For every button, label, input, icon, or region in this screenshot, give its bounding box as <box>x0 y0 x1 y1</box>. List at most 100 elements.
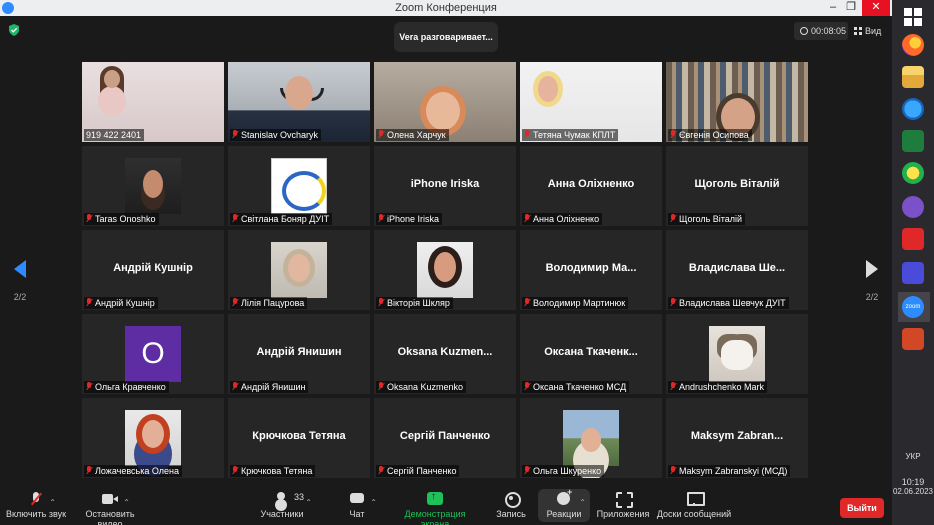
firefox-icon[interactable] <box>902 34 924 56</box>
participant-video <box>125 158 181 214</box>
participant-name: Євгенія Осипова <box>679 130 749 140</box>
excel-icon[interactable] <box>902 130 924 152</box>
meeting-toolbar: ⌃ Включить звук ⌃ Остановить видео 33 ⌃ У… <box>0 486 892 525</box>
participant-tile[interactable]: Щоголь Віталій Щоголь Віталій <box>666 146 808 226</box>
view-button[interactable]: Вид <box>854 22 890 40</box>
participant-name: Ложачевська Олена <box>95 466 179 476</box>
microphone-muted-icon <box>86 214 92 223</box>
microphone-muted-icon <box>670 382 676 391</box>
participant-name: Андрій Янишин <box>241 382 306 392</box>
participants-options-caret[interactable]: ⌃ <box>305 498 312 507</box>
participant-tile[interactable]: Maksym Zabran... Maksym Zabranskyi (МСД) <box>666 398 808 478</box>
system-tray[interactable]: УКР 10:19 02.06.2023 <box>892 452 934 496</box>
participant-tile[interactable]: Анна Оліхненко Анна Оліхненко <box>520 146 662 226</box>
participant-tile[interactable]: Володимир Ма... Володимир Мартинюк <box>520 230 662 310</box>
participant-tile[interactable]: Лілія Пацурова <box>228 230 370 310</box>
internet-explorer-icon[interactable] <box>902 98 924 120</box>
chat-label: Чат <box>349 509 365 519</box>
participant-tile[interactable]: Владислава Ше... Владислава Шевчук ДУІТ <box>666 230 808 310</box>
reactions-button[interactable]: ⌃ Реакции <box>538 487 590 522</box>
participant-tile[interactable]: Тетяна Чумак КПЛТ <box>520 62 662 142</box>
microphone-muted-icon <box>524 382 530 391</box>
participant-grid: 919 422 2401 Stanislav Ovcharyk Олена Харч… <box>82 62 810 480</box>
acrobat-icon[interactable] <box>902 228 924 250</box>
whiteboard-icon <box>686 492 705 506</box>
record-button[interactable]: Запись <box>492 492 530 519</box>
participants-button[interactable]: 33 ⌃ Участники <box>258 492 312 519</box>
participant-display-name: Щоголь Віталій <box>694 178 780 190</box>
previous-page-button[interactable]: 2/2 <box>8 260 32 302</box>
stop-video-label: Остановить видео <box>85 509 135 525</box>
participant-tile[interactable]: iPhone Iriska iPhone Iriska <box>374 146 516 226</box>
participant-tile[interactable]: Taras Onoshko <box>82 146 224 226</box>
next-page-button[interactable]: 2/2 <box>860 260 884 302</box>
participant-tile[interactable]: Вікторія Шкляр <box>374 230 516 310</box>
participant-video <box>417 242 473 298</box>
reactions-options-caret[interactable]: ⌃ <box>579 498 586 507</box>
participant-name: Щоголь Віталій <box>679 214 743 224</box>
view-label: Вид <box>865 26 882 36</box>
participant-tile[interactable]: Оксана Ткаченк... Оксана Ткаченко МСД <box>520 314 662 394</box>
participant-tile[interactable]: Ложачевська Олена <box>82 398 224 478</box>
participant-tile[interactable]: Сергій Панченко Сергій Панченко <box>374 398 516 478</box>
video-options-caret[interactable]: ⌃ <box>123 498 130 507</box>
file-explorer-icon[interactable] <box>902 66 924 88</box>
unmute-button[interactable]: ⌃ Включить звук <box>4 492 68 519</box>
powerpoint-icon[interactable] <box>902 328 924 350</box>
participant-name-label: Сергій Панченко <box>376 465 460 477</box>
leave-button[interactable]: Выйти <box>840 498 884 518</box>
participant-tile[interactable]: 919 422 2401 <box>82 62 224 142</box>
participant-name: Владислава Шевчук ДУІТ <box>679 298 786 308</box>
active-speaker-banner: Vera разговаривает... <box>394 22 498 52</box>
participant-name-label: iPhone Iriska <box>376 213 443 225</box>
participant-tile[interactable]: Андрій Кушнір Андрій Кушнір <box>82 230 224 310</box>
participant-tile[interactable]: Andrushchenko Mark <box>666 314 808 394</box>
participant-tile[interactable]: Oksana Kuzmen... Oksana Kuzmenko <box>374 314 516 394</box>
reactions-icon: ⌃ <box>556 487 586 507</box>
chat-options-caret[interactable]: ⌃ <box>370 498 377 507</box>
participant-name: Світлана Боняр ДУІТ <box>241 214 330 224</box>
whiteboards-button[interactable]: Доски сообщений <box>656 492 732 519</box>
participant-tile[interactable]: Світлана Боняр ДУІТ <box>228 146 370 226</box>
stop-video-button[interactable]: ⌃ Остановить видео <box>74 492 146 525</box>
participant-name: Крючкова Тетяна <box>241 466 313 476</box>
apps-button[interactable]: Приложения <box>596 492 650 519</box>
viber-icon[interactable] <box>902 196 924 218</box>
windows-start-icon[interactable] <box>902 6 924 28</box>
restore-button[interactable]: ❐ <box>840 0 862 16</box>
title-bar: Zoom Конференция ‒ ❐ ✕ <box>0 0 892 16</box>
participant-video <box>125 410 181 466</box>
participant-name-label: Олена Харчук <box>376 129 449 141</box>
participant-tile[interactable]: Ольга Шкуренко <box>520 398 662 478</box>
participant-tile[interactable]: Олена Харчук <box>374 62 516 142</box>
participant-display-name: Владислава Ше... <box>688 262 786 274</box>
chat-button[interactable]: ⌃ Чат <box>340 492 377 519</box>
participant-name: Andrushchenko Mark <box>679 382 765 392</box>
participant-display-name: Анна Оліхненко <box>547 178 635 190</box>
close-button[interactable]: ✕ <box>862 0 890 16</box>
participant-name-label: Андрій Кушнір <box>84 297 158 309</box>
share-screen-button[interactable]: Демонстрация экрана <box>390 491 480 525</box>
shield-icon[interactable] <box>8 24 20 36</box>
participant-tile[interactable]: Андрій Янишин Андрій Янишин <box>228 314 370 394</box>
settings-icon[interactable] <box>902 262 924 284</box>
participant-video <box>563 410 619 466</box>
participants-label: Участники <box>260 509 304 519</box>
participant-tile[interactable]: Євгенія Осипова <box>666 62 808 142</box>
participant-name-label: Maksym Zabranskyi (МСД) <box>668 465 791 477</box>
language-indicator[interactable]: УКР <box>892 452 934 461</box>
audio-options-caret[interactable]: ⌃ <box>49 498 56 507</box>
microphone-muted-icon <box>524 298 530 307</box>
participant-tile[interactable]: Stanislav Ovcharyk <box>228 62 370 142</box>
zoom-app-icon[interactable]: zoom <box>902 296 924 318</box>
participant-name-label: Анна Оліхненко <box>522 213 603 225</box>
unmute-label: Включить звук <box>5 509 67 519</box>
participant-name-label: Оксана Ткаченко МСД <box>522 381 630 393</box>
participant-display-name: iPhone Iriska <box>410 178 480 190</box>
grid-icon <box>854 27 862 35</box>
app-plus-icon[interactable] <box>902 162 924 184</box>
participant-name-label: Ольга Шкуренко <box>522 465 605 477</box>
timer-value: 00:08:05 <box>811 26 847 36</box>
participant-tile[interactable]: Крючкова Тетяна Крючкова Тетяна <box>228 398 370 478</box>
participant-tile[interactable]: О Ольга Кравченко <box>82 314 224 394</box>
